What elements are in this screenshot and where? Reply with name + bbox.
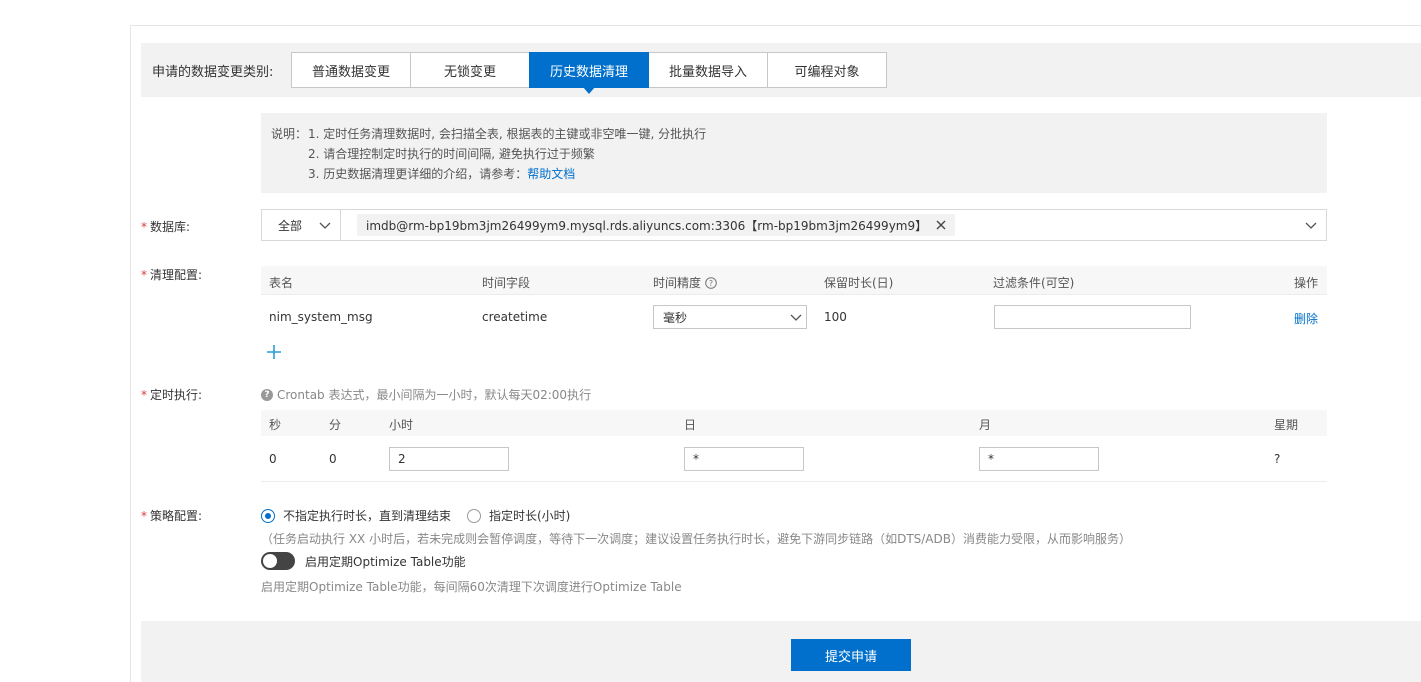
radio-unchecked-icon	[467, 508, 481, 523]
radio-limited-label: 指定时长(小时)	[489, 509, 571, 523]
change-type-tabs: 普通数据变更 无锁变更 历史数据清理 批量数据导入 可编程对象	[291, 52, 887, 94]
optimize-toggle[interactable]	[261, 552, 295, 570]
instructions-note: 说明： 1. 定时任务清理数据时, 会扫描全表, 根据表的主键或非空唯一键, 分…	[261, 113, 1327, 193]
note-line-3-text: 3. 历史数据清理更详细的介绍，请参考：	[308, 167, 528, 181]
table-row: nim_system_msg createtime 毫秒 100 删除	[261, 296, 1327, 336]
delete-link[interactable]: 删除	[1294, 310, 1318, 327]
col-operation: 操作	[1294, 276, 1319, 290]
chevron-down-icon[interactable]	[1304, 218, 1318, 235]
required-mark: *	[141, 220, 147, 234]
col-time-precision: 时间精度 ?	[653, 274, 717, 291]
required-mark: *	[141, 268, 147, 282]
required-mark: *	[141, 509, 147, 523]
plus-icon[interactable]	[265, 343, 283, 364]
strategy-note: （任务启动执行 XX 小时后，若未完成则会暂停调度，等待下一次调度；建议设置任务…	[261, 532, 1131, 546]
question-icon: ?	[261, 388, 273, 401]
tab-programmable-objects[interactable]: 可编程对象	[767, 52, 887, 88]
tab-history-cleanup[interactable]: 历史数据清理	[529, 52, 649, 94]
cell-retention: 100	[824, 310, 847, 324]
col-filter: 过滤条件(可空)	[993, 276, 1075, 290]
col-hour: 小时	[389, 418, 414, 432]
cron-month-input[interactable]: *	[979, 447, 1099, 471]
col-month: 月	[979, 418, 992, 432]
database-tag: imdb@rm-bp19bm3jm26499ym9.mysql.rds.aliy…	[357, 214, 956, 236]
cron-second-value: 0	[269, 452, 277, 466]
strategy-label: * 策略配置:	[141, 509, 203, 523]
col-table-name: 表名	[269, 276, 294, 290]
database-selector[interactable]: 全部 imdb@rm-bp19bm3jm26499ym9.mysql.rds.a…	[261, 209, 1327, 241]
col-day: 日	[684, 418, 697, 432]
cron-week-value: ?	[1274, 452, 1281, 466]
toggle-knob	[263, 554, 277, 568]
cell-table-name: nim_system_msg	[269, 310, 373, 324]
radio-limited-duration[interactable]: 指定时长(小时)	[467, 507, 570, 524]
cron-hour-input[interactable]: 2	[389, 447, 509, 471]
note-prefix: 说明：	[271, 127, 308, 141]
database-tag-label: imdb@rm-bp19bm3jm26499ym9.mysql.rds.aliy…	[366, 218, 928, 233]
help-doc-link[interactable]: 帮助文档	[527, 167, 575, 181]
time-precision-select[interactable]: 毫秒	[653, 305, 807, 329]
database-scope-select[interactable]: 全部	[262, 210, 341, 240]
radio-unlimited-duration[interactable]: 不指定执行时长，直到清理结束	[261, 507, 451, 524]
cron-row: 0 0 2 * * ?	[261, 440, 1327, 482]
time-precision-value: 毫秒	[663, 310, 688, 325]
footer-bar	[141, 621, 1421, 682]
filter-input[interactable]	[994, 305, 1191, 329]
cell-time-field: createtime	[482, 310, 548, 324]
schedule-label: * 定时执行:	[141, 388, 203, 402]
cron-table-header: 秒 分 小时 日 月 星期	[261, 410, 1327, 436]
radio-checked-icon	[261, 508, 275, 523]
help-circle-icon[interactable]: ?	[705, 276, 717, 289]
optimize-toggle-label: 启用定期Optimize Table功能	[305, 555, 466, 569]
col-second: 秒	[269, 418, 282, 432]
tab-lockless-change[interactable]: 无锁变更	[410, 52, 530, 88]
required-mark: *	[141, 388, 147, 402]
cron-minute-value: 0	[329, 452, 337, 466]
col-minute: 分	[329, 418, 342, 432]
radio-unlimited-label: 不指定执行时长，直到清理结束	[283, 509, 452, 523]
optimize-description: 启用定期Optimize Table功能，每间隔60次清理下次调度进行Optim…	[261, 580, 682, 594]
svg-text:?: ?	[709, 279, 713, 288]
cleanup-label: * 清理配置:	[141, 268, 203, 282]
database-scope-value: 全部	[278, 218, 303, 233]
cleanup-table-header: 表名 时间字段 时间精度 ? 保留时长(日) 过滤条件(可空) 操作	[261, 266, 1327, 295]
close-icon[interactable]	[935, 219, 947, 231]
note-line-3: 3. 历史数据清理更详细的介绍，请参考：帮助文档	[308, 165, 575, 182]
tab-normal-change[interactable]: 普通数据变更	[291, 52, 411, 88]
note-line-1: 1. 定时任务清理数据时, 会扫描全表, 根据表的主键或非空唯一键, 分批执行	[308, 127, 707, 141]
col-time-field: 时间字段	[482, 276, 531, 290]
change-type-label: 申请的数据变更类别:	[152, 65, 274, 80]
database-label: * 数据库:	[141, 220, 191, 234]
submit-button[interactable]: 提交申请	[791, 639, 911, 671]
tab-batch-import[interactable]: 批量数据导入	[648, 52, 768, 88]
col-retention: 保留时长(日)	[824, 276, 894, 290]
cron-day-input[interactable]: *	[684, 447, 804, 471]
chevron-down-icon	[789, 310, 803, 327]
chevron-down-icon	[318, 218, 332, 235]
col-week: 星期	[1274, 418, 1299, 432]
crontab-hint: ? Crontab 表达式，最小间隔为一小时，默认每天02:00执行	[261, 386, 591, 403]
note-line-2: 2. 请合理控制定时执行的时间间隔, 避免执行过于频繁	[308, 147, 595, 161]
